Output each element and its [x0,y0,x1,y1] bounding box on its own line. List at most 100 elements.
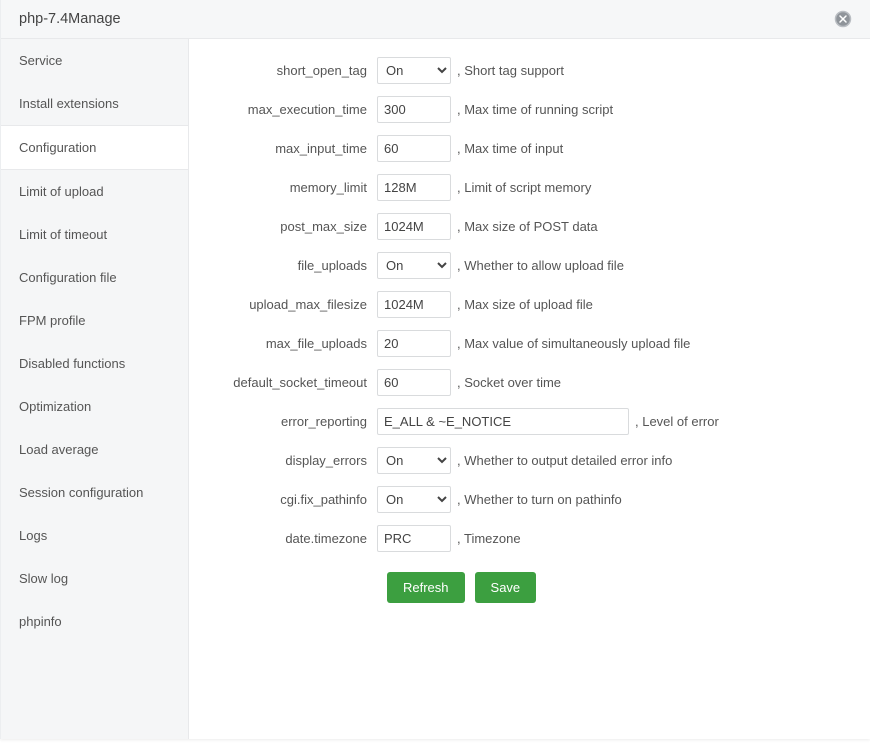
config-desc: , Timezone [451,531,521,546]
sidebar-item-optimization[interactable]: Optimization [1,385,188,428]
sidebar-item-label: Configuration [19,140,96,155]
panel-body: Service Install extensions Configuration Li… [1,39,870,739]
config-control [377,96,451,123]
config-rows: short_open_tagOnOff, Short tag supportma… [207,57,852,552]
sidebar-item-label: Limit of timeout [19,227,107,242]
config-row-default-socket-timeout: default_socket_timeout , Socket over time [207,369,852,396]
sidebar-item-label: Logs [19,528,47,543]
config-desc: , Max value of simultaneously upload fil… [451,336,690,351]
config-desc: , Limit of script memory [451,180,591,195]
config-desc: , Short tag support [451,63,564,78]
config-input-memory_limit[interactable] [377,174,451,201]
sidebar-item-label: Limit of upload [19,184,104,199]
sidebar-item-slow-log[interactable]: Slow log [1,557,188,600]
config-row-error-reporting: error_reporting , Level of error [207,408,852,435]
config-input-error_reporting[interactable] [377,408,629,435]
config-input-upload_max_filesize[interactable] [377,291,451,318]
config-desc: , Whether to output detailed error info [451,453,672,468]
config-control [377,213,451,240]
config-label: post_max_size [207,219,377,234]
config-desc: , Max time of running script [451,102,613,117]
config-control [377,291,451,318]
config-row-file-uploads: file_uploadsOnOff, Whether to allow uplo… [207,252,852,279]
config-input-default_socket_timeout[interactable] [377,369,451,396]
config-row-post-max-size: post_max_size , Max size of POST data [207,213,852,240]
sidebar-item-logs[interactable]: Logs [1,514,188,557]
config-control [377,408,629,435]
config-label: short_open_tag [207,63,377,78]
refresh-button[interactable]: Refresh [387,572,465,603]
config-control: OnOff [377,486,451,513]
config-row-memory-limit: memory_limit , Limit of script memory [207,174,852,201]
sidebar-item-label: Install extensions [19,96,119,111]
config-desc: , Max time of input [451,141,563,156]
save-button[interactable]: Save [475,572,537,603]
sidebar-item-load-average[interactable]: Load average [1,428,188,471]
config-label: upload_max_filesize [207,297,377,312]
config-select-short_open_tag[interactable]: OnOff [377,57,451,84]
config-desc: , Level of error [629,414,719,429]
config-select-cgi.fix_pathinfo[interactable]: OnOff [377,486,451,513]
config-label: max_execution_time [207,102,377,117]
config-input-max_input_time[interactable] [377,135,451,162]
php-manage-panel: php-7.4Manage Service Install extensions C… [0,0,870,739]
sidebar-item-label: FPM profile [19,313,85,328]
config-input-max_execution_time[interactable] [377,96,451,123]
sidebar-item-phpinfo[interactable]: phpinfo [1,600,188,643]
sidebar-item-label: phpinfo [19,614,62,629]
config-row-max-execution-time: max_execution_time , Max time of running … [207,96,852,123]
config-desc: , Max size of POST data [451,219,598,234]
close-icon[interactable] [834,10,852,28]
sidebar-item-disabled-functions[interactable]: Disabled functions [1,342,188,385]
config-input-max_file_uploads[interactable] [377,330,451,357]
config-row-upload-max-filesize: upload_max_filesize , Max size of upload … [207,291,852,318]
titlebar: php-7.4Manage [1,0,870,39]
config-control [377,174,451,201]
config-label: date.timezone [207,531,377,546]
config-control: OnOff [377,252,451,279]
config-desc: , Max size of upload file [451,297,593,312]
config-row-short-open-tag: short_open_tagOnOff, Short tag support [207,57,852,84]
config-desc: , Whether to turn on pathinfo [451,492,622,507]
panel-title: php-7.4Manage [19,11,121,27]
config-label: max_input_time [207,141,377,156]
config-control: OnOff [377,447,451,474]
sidebar-item-configuration[interactable]: Configuration [1,125,188,170]
config-row-cgi-fix-pathinfo: cgi.fix_pathinfoOnOff, Whether to turn o… [207,486,852,513]
sidebar-item-label: Session configuration [19,485,143,500]
config-label: max_file_uploads [207,336,377,351]
config-input-date.timezone[interactable] [377,525,451,552]
button-row: Refresh Save [387,572,852,603]
config-label: cgi.fix_pathinfo [207,492,377,507]
sidebar-item-service[interactable]: Service [1,39,188,82]
config-select-display_errors[interactable]: OnOff [377,447,451,474]
sidebar-item-label: Optimization [19,399,91,414]
config-label: default_socket_timeout [207,375,377,390]
sidebar-item-limit-of-timeout[interactable]: Limit of timeout [1,213,188,256]
config-label: file_uploads [207,258,377,273]
main-content: short_open_tagOnOff, Short tag supportma… [189,39,870,739]
config-input-post_max_size[interactable] [377,213,451,240]
config-desc: , Socket over time [451,375,561,390]
config-row-date-timezone: date.timezone , Timezone [207,525,852,552]
config-select-file_uploads[interactable]: OnOff [377,252,451,279]
config-label: error_reporting [207,414,377,429]
sidebar-item-limit-of-upload[interactable]: Limit of upload [1,170,188,213]
sidebar-item-label: Service [19,53,62,68]
config-control: OnOff [377,57,451,84]
sidebar-item-install-extensions[interactable]: Install extensions [1,82,188,125]
sidebar: Service Install extensions Configuration Li… [1,39,189,739]
sidebar-item-label: Load average [19,442,99,457]
config-control [377,369,451,396]
config-row-max-input-time: max_input_time , Max time of input [207,135,852,162]
config-control [377,135,451,162]
sidebar-item-label: Configuration file [19,270,117,285]
sidebar-item-session-configuration[interactable]: Session configuration [1,471,188,514]
sidebar-item-label: Disabled functions [19,356,125,371]
config-row-display-errors: display_errorsOnOff, Whether to output d… [207,447,852,474]
config-label: memory_limit [207,180,377,195]
config-control [377,330,451,357]
sidebar-item-fpm-profile[interactable]: FPM profile [1,299,188,342]
sidebar-item-configuration-file[interactable]: Configuration file [1,256,188,299]
config-label: display_errors [207,453,377,468]
